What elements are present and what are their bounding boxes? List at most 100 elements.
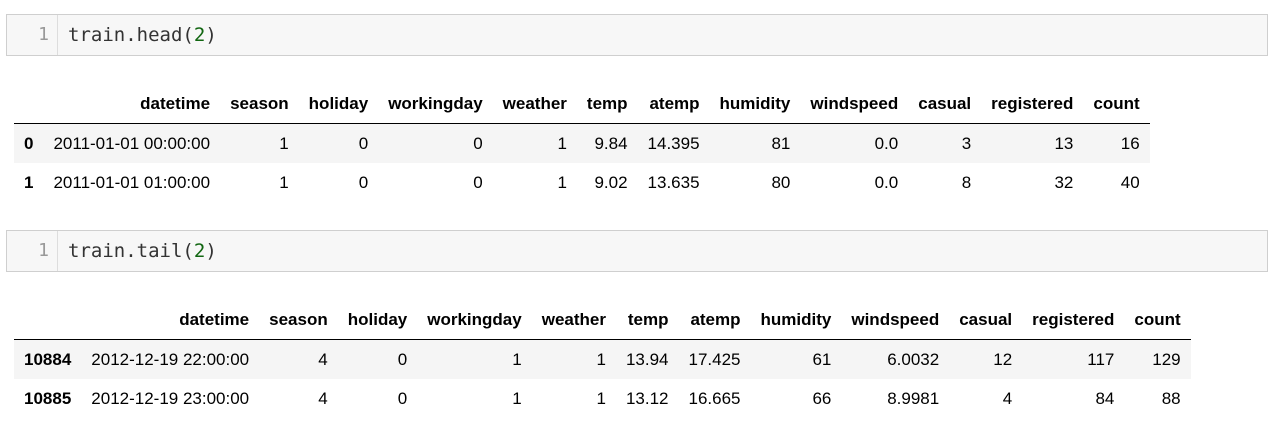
column-header: humidity: [750, 300, 842, 340]
table-cell: 2012-12-19 23:00:00: [91, 388, 250, 408]
code-cell-tail[interactable]: 1 train.tail(2): [6, 230, 1268, 272]
row-index: 1: [24, 172, 34, 192]
column-header: atemp: [637, 84, 710, 124]
table-cell: 84: [1095, 388, 1115, 408]
column-header: count: [1083, 84, 1150, 124]
column-header: registered: [981, 84, 1084, 124]
column-header: holiday: [337, 300, 418, 340]
column-header: count: [1124, 300, 1191, 340]
table-cell: 129: [1152, 349, 1181, 369]
column-header: holiday: [298, 84, 379, 124]
table-cell: 1: [596, 349, 606, 369]
table-cell: 0.0: [874, 172, 899, 192]
table-cell: 16.665: [688, 388, 741, 408]
line-number: 1: [7, 15, 58, 55]
row-index: 0: [24, 133, 34, 153]
column-header: workingday: [378, 84, 493, 124]
table-cell: 0: [397, 349, 408, 369]
code-method: head: [136, 24, 183, 46]
table-cell: 0: [358, 172, 369, 192]
column-header: season: [220, 84, 299, 124]
table-cell: 14.395: [647, 133, 700, 153]
code-argument: 2: [193, 240, 206, 262]
table-row: 10884 2012-12-19 22:00:00 4 0 1 1 13.94 …: [14, 339, 1191, 379]
index-header: [14, 84, 44, 124]
table-cell: 1: [557, 172, 567, 192]
table-cell: 40: [1120, 172, 1140, 192]
table-cell: 6.0032: [887, 349, 940, 369]
table-cell: 8.9981: [887, 388, 940, 408]
column-header: atemp: [678, 300, 751, 340]
table-cell: 1: [279, 172, 289, 192]
table-cell: 88: [1161, 388, 1181, 408]
output-dataframe-head: datetime season holiday workingday weath…: [14, 84, 1150, 202]
line-number: 1: [7, 231, 58, 271]
column-header: casual: [908, 84, 982, 124]
table-cell: 13.12: [625, 388, 669, 408]
row-index: 10884: [24, 349, 72, 369]
table-cell: 1: [279, 133, 289, 153]
code-input[interactable]: train.head(2): [68, 15, 217, 55]
code-cell-head[interactable]: 1 train.head(2): [6, 14, 1268, 56]
column-header: datetime: [43, 84, 221, 124]
code-open-paren: (: [182, 24, 194, 46]
table-cell: 4: [318, 388, 328, 408]
table-cell: 0.0: [874, 133, 899, 153]
table-cell: 61: [812, 349, 832, 369]
table-cell: 4: [1002, 388, 1013, 408]
table-cell: 12: [993, 349, 1013, 369]
code-method: tail: [136, 240, 183, 262]
table-cell: 17.425: [688, 349, 741, 369]
output-dataframe-tail: datetime season holiday workingday weath…: [14, 300, 1191, 418]
column-header: weather: [531, 300, 616, 340]
table-cell: 1: [512, 349, 522, 369]
code-object: train: [68, 24, 126, 46]
table-cell: 2011-01-01 01:00:00: [53, 172, 211, 192]
table-cell: 8: [961, 172, 972, 192]
table-cell: 9.84: [594, 133, 628, 153]
table-cell: 1: [557, 133, 567, 153]
table-cell: 0: [473, 133, 483, 153]
code-open-paren: (: [182, 240, 194, 262]
code-close-paren: ): [205, 24, 217, 46]
column-header: windspeed: [800, 84, 909, 124]
code-dot: .: [125, 24, 137, 46]
table-cell: 117: [1087, 349, 1115, 369]
row-index: 10885: [24, 388, 72, 408]
table-cell: 16: [1120, 133, 1140, 153]
table-row: 0 2011-01-01 00:00:00 1 0 0 1 9.84 14.39…: [14, 123, 1150, 163]
index-header: [14, 300, 82, 340]
column-header: weather: [492, 84, 577, 124]
table-row: 1 2011-01-01 01:00:00 1 0 0 1 9.02 13.63…: [14, 163, 1150, 202]
column-header: workingday: [417, 300, 532, 340]
table-row: 10885 2012-12-19 23:00:00 4 0 1 1 13.12 …: [14, 379, 1191, 418]
code-close-paren: ): [205, 240, 217, 262]
table-cell: 2012-12-19 22:00:00: [91, 349, 250, 369]
table-cell: 13: [1054, 133, 1074, 153]
table-cell: 32: [1054, 172, 1074, 192]
table-cell: 13.635: [647, 172, 700, 192]
table-cell: 81: [771, 133, 791, 153]
code-input[interactable]: train.tail(2): [68, 231, 217, 271]
column-header: registered: [1022, 300, 1125, 340]
table-cell: 80: [771, 172, 791, 192]
column-header: temp: [576, 84, 638, 124]
column-header: casual: [949, 300, 1023, 340]
table-cell: 1: [512, 388, 522, 408]
code-argument: 2: [193, 24, 206, 46]
table-cell: 3: [961, 133, 972, 153]
column-header: datetime: [81, 300, 260, 340]
table-cell: 0: [358, 133, 369, 153]
table-cell: 1: [596, 388, 606, 408]
table-cell: 66: [812, 388, 832, 408]
table-cell: 0: [397, 388, 408, 408]
column-header: windspeed: [841, 300, 950, 340]
column-header: temp: [615, 300, 679, 340]
table-cell: 13.94: [625, 349, 669, 369]
table-cell: 2011-01-01 00:00:00: [53, 133, 211, 153]
table-cell: 4: [318, 349, 328, 369]
code-dot: .: [125, 240, 137, 262]
column-header: humidity: [709, 84, 801, 124]
table-cell: 9.02: [594, 172, 628, 192]
code-object: train: [68, 240, 126, 262]
